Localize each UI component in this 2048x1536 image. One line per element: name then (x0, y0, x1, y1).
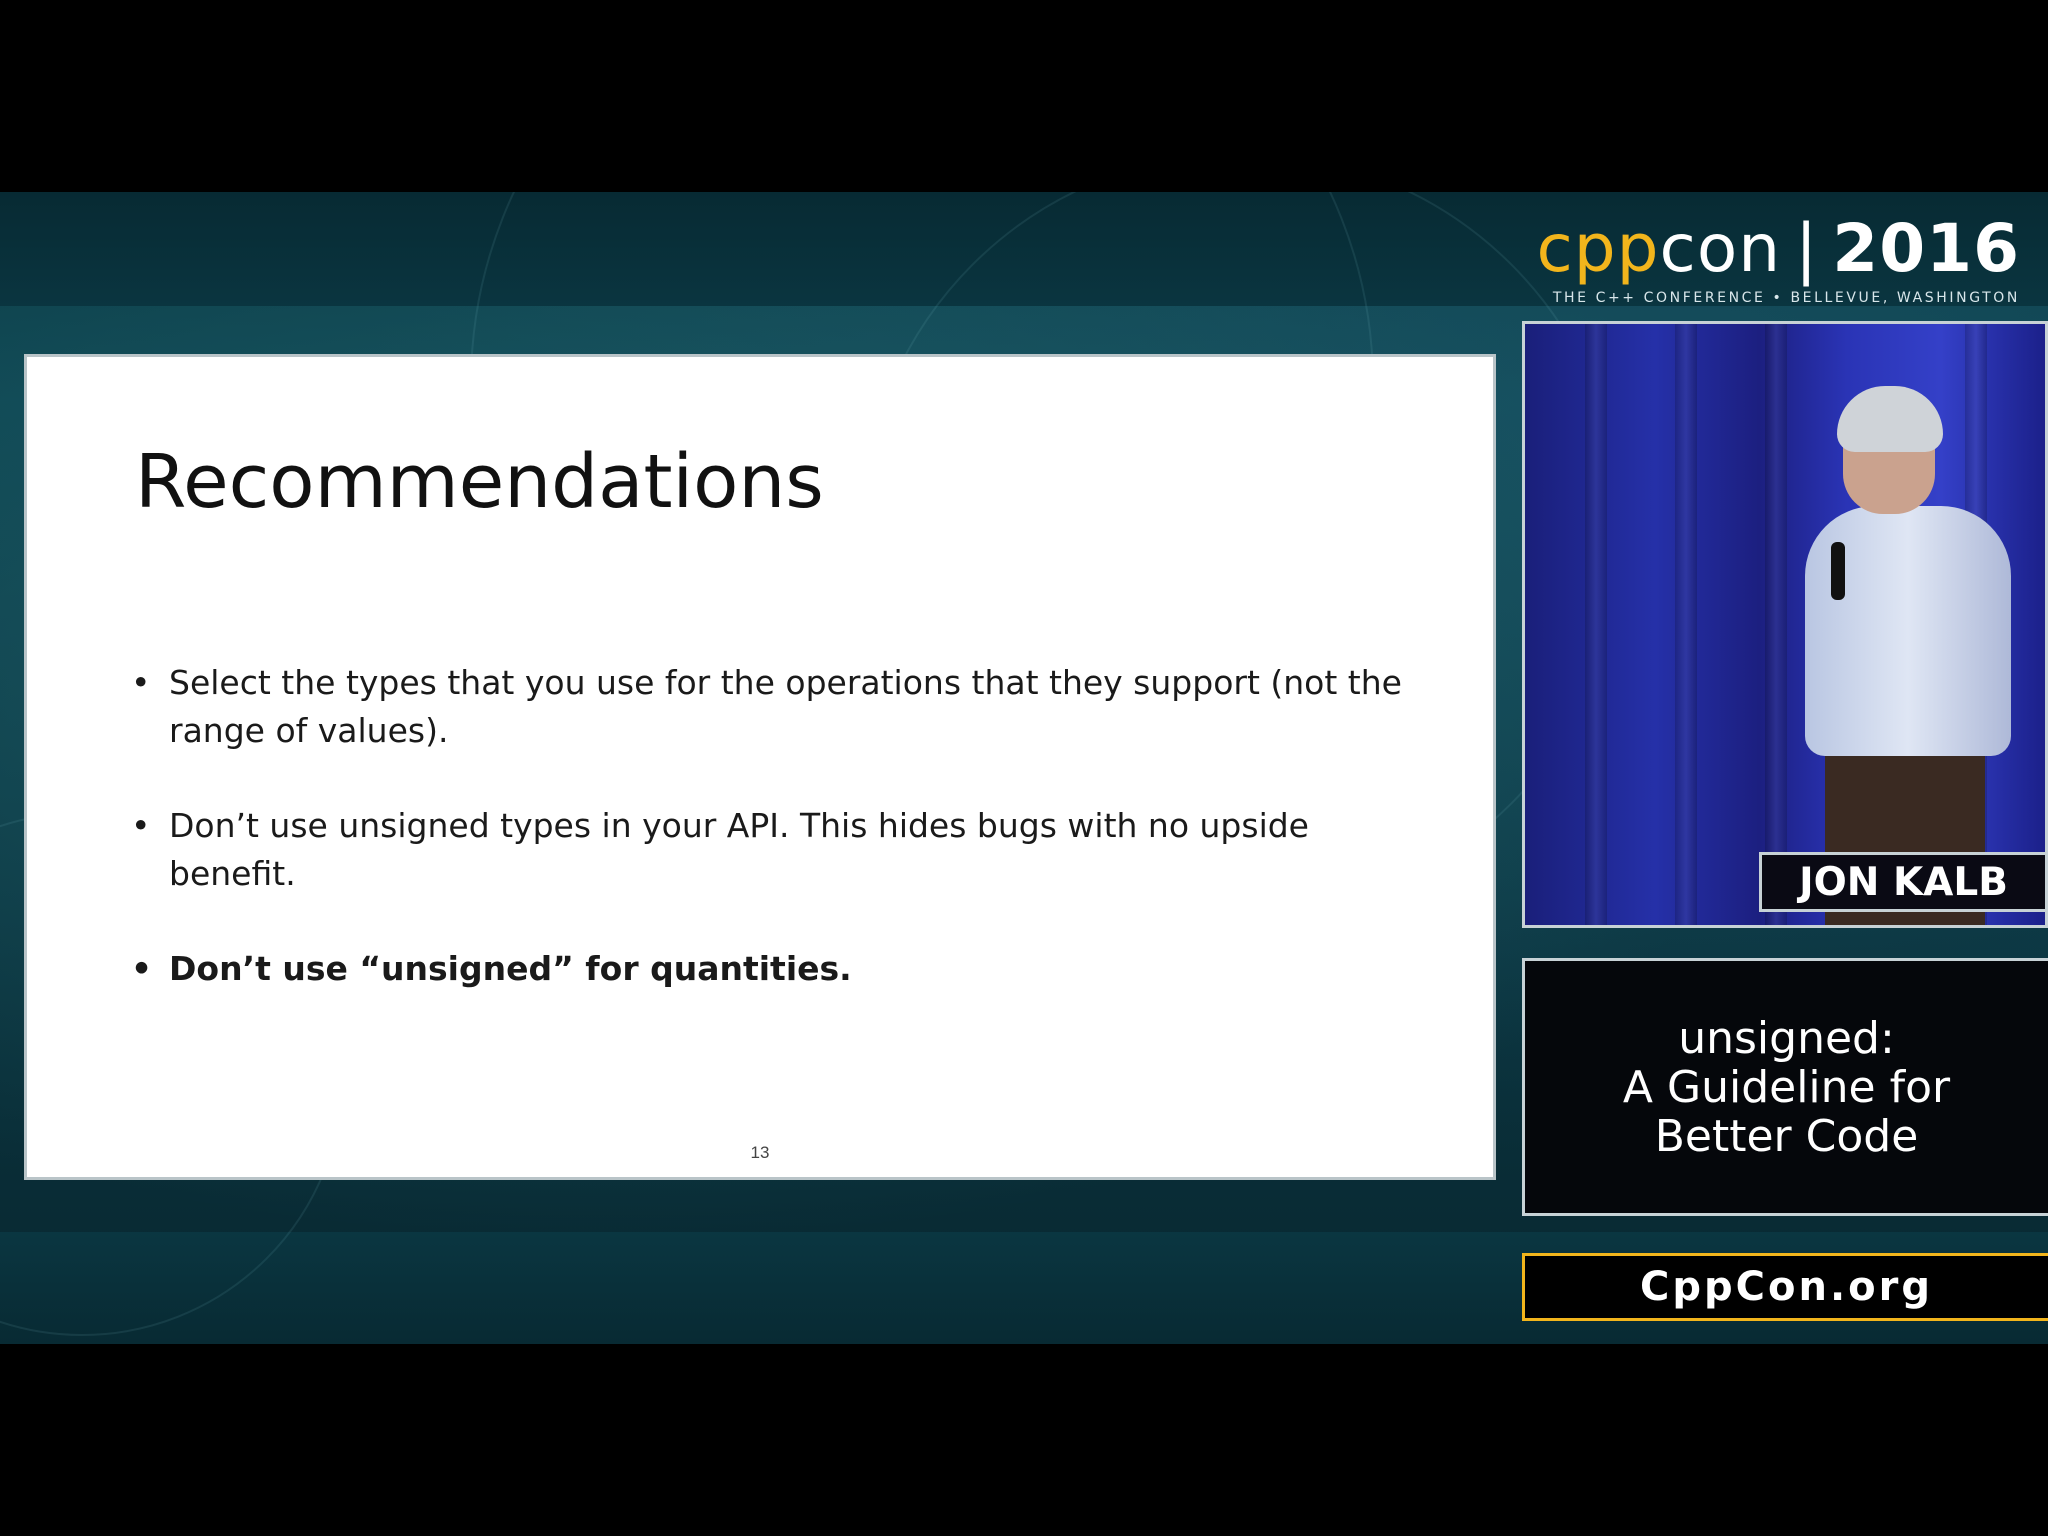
bullet-text: Don’t use unsigned types in your API. Th… (169, 806, 1309, 893)
cppcon-logo: cppcon | 2016 (1536, 210, 2020, 288)
speaker-video: JON KALB (1522, 321, 2048, 928)
slide-title: Recommendations (135, 439, 824, 525)
list-item: • Select the types that you use for the … (131, 659, 1421, 755)
website-url: CppCon.org (1522, 1253, 2048, 1321)
talk-title-line: A Guideline for (1622, 1061, 1951, 1113)
bullet-text: Select the types that you use for the op… (169, 663, 1402, 750)
microphone-icon (1831, 542, 1845, 600)
bullet-dot: • (131, 663, 151, 702)
video-frame: cppcon | 2016 THE C++ CONFERENCE • BELLEVU… (0, 192, 2048, 1344)
slide-page-number: 13 (750, 1143, 770, 1162)
curtain-fold (1585, 324, 1607, 925)
curtain-fold (1675, 324, 1697, 925)
talk-title-line: unsigned: (1678, 1012, 1895, 1064)
curtain-fold (1765, 324, 1787, 925)
speaker-figure-hair (1837, 386, 1943, 452)
presentation-slide: Recommendations • Select the types that … (24, 354, 1496, 1180)
bullet-dot: • (131, 806, 151, 845)
bullet-list: • Select the types that you use for the … (131, 659, 1421, 1040)
conference-tagline: THE C++ CONFERENCE • BELLEVUE, WASHINGTO… (1552, 290, 2020, 306)
logo-year: 2016 (1832, 210, 2020, 287)
logo-cpp: cpp (1536, 210, 1660, 287)
cppcon-branding: cppcon | 2016 THE C++ CONFERENCE • BELLEVU… (1536, 210, 2020, 306)
logo-separator: | (1795, 210, 1819, 287)
talk-title-box: unsigned: A Guideline for Better Code (1522, 958, 2048, 1216)
bullet-text: Don’t use “unsigned” for quantities. (169, 949, 852, 988)
list-item: • Don’t use “unsigned” for quantities. (131, 945, 1421, 993)
talk-title-line: Better Code (1654, 1110, 1919, 1162)
speaker-name-plate: JON KALB (1759, 852, 2045, 912)
logo-con: con (1659, 210, 1782, 287)
talk-title: unsigned: A Guideline for Better Code (1623, 1014, 1950, 1161)
bullet-dot: • (131, 949, 153, 988)
list-item: • Don’t use unsigned types in your API. … (131, 802, 1421, 898)
